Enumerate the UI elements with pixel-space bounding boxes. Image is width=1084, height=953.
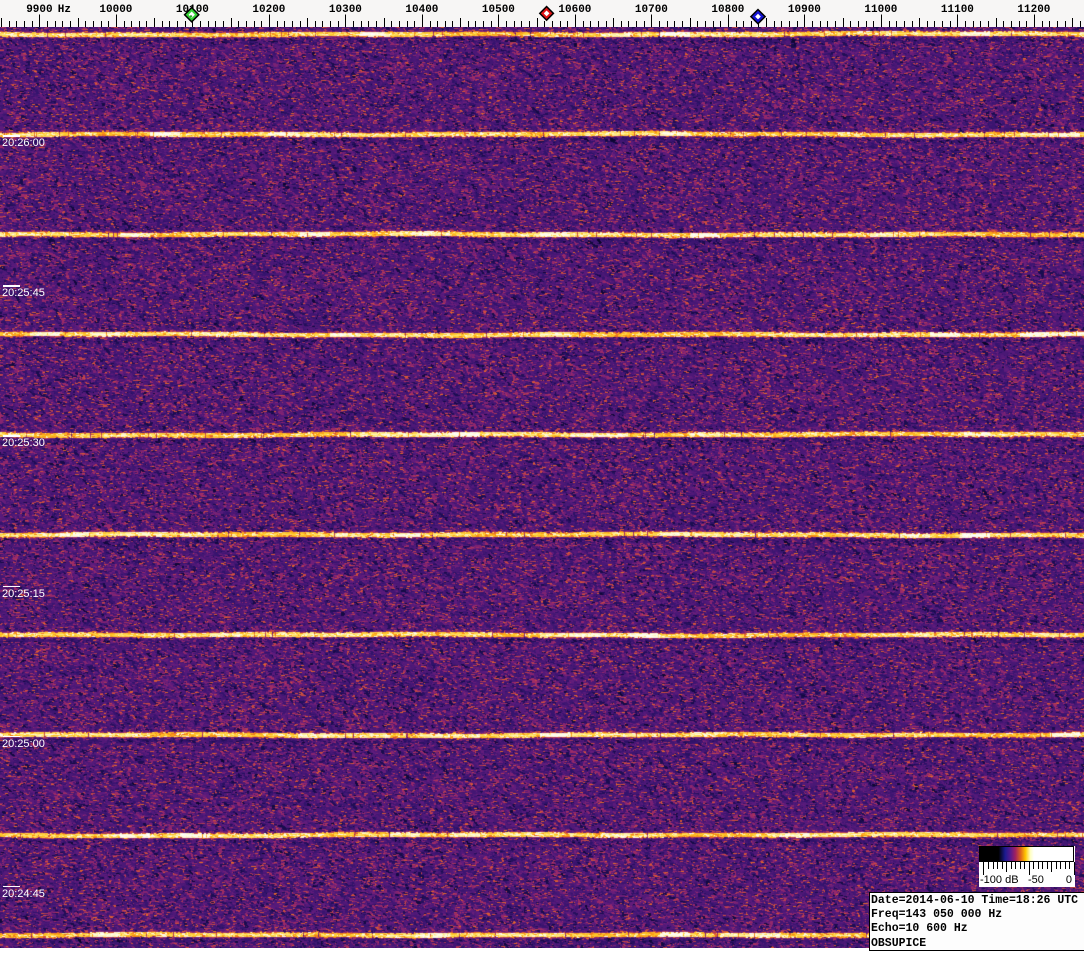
svg-text:10400: 10400	[405, 4, 438, 16]
svg-text:10600: 10600	[558, 4, 591, 16]
svg-text:10700: 10700	[635, 4, 668, 16]
svg-text:10000: 10000	[99, 4, 132, 16]
svg-text:Hz: Hz	[58, 4, 71, 16]
svg-text:9900: 9900	[26, 4, 52, 16]
svg-text:10900: 10900	[788, 4, 821, 16]
svg-text:10300: 10300	[329, 4, 362, 16]
svg-text:11200: 11200	[1017, 4, 1050, 16]
svg-text:10200: 10200	[252, 4, 285, 16]
svg-text:11000: 11000	[864, 4, 897, 16]
svg-text:11100: 11100	[941, 4, 974, 16]
svg-text:10500: 10500	[482, 4, 515, 16]
svg-text:10800: 10800	[711, 4, 744, 16]
